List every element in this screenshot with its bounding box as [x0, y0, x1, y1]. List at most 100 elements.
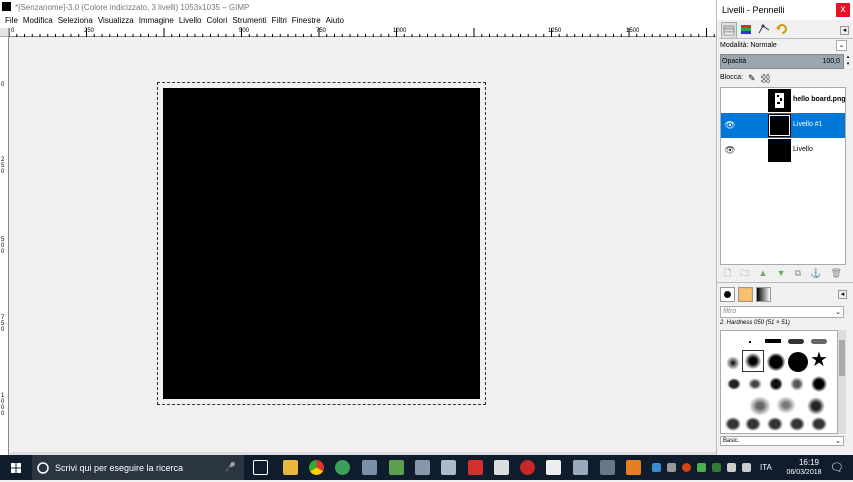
brush-grid[interactable]: ★: [720, 330, 838, 434]
app-icon[interactable]: [520, 460, 535, 475]
star-brush-icon[interactable]: ★: [810, 350, 828, 370]
menu-aiuto[interactable]: Aiuto: [326, 14, 344, 28]
clock-date[interactable]: 06/03/2018: [780, 469, 828, 476]
brush-item[interactable]: [769, 377, 783, 391]
brush-item[interactable]: [745, 417, 761, 431]
app-icon[interactable]: [468, 460, 483, 475]
app-icon[interactable]: [335, 460, 350, 475]
brush-scrollbar[interactable]: [838, 330, 846, 434]
duplicate-layer-icon[interactable]: ⧉: [795, 267, 801, 279]
brush-item[interactable]: [767, 417, 783, 431]
brush-item[interactable]: [811, 339, 827, 344]
brush-item[interactable]: [748, 378, 762, 390]
brush-item[interactable]: [767, 353, 785, 371]
brush-item[interactable]: [790, 377, 804, 391]
language-indicator[interactable]: ITA: [760, 463, 772, 472]
app-icon[interactable]: [626, 460, 641, 475]
task-view-icon[interactable]: [253, 460, 268, 475]
tab-layers[interactable]: [721, 22, 737, 38]
start-button[interactable]: [0, 455, 32, 480]
notifications-icon[interactable]: 🗨: [830, 461, 844, 474]
brush-dock-menu-button[interactable]: ◂: [838, 290, 847, 299]
gimp-taskbar-icon[interactable]: [362, 460, 377, 475]
lock-alpha-icon[interactable]: [761, 74, 770, 83]
brush-item[interactable]: [749, 396, 771, 416]
scroll-thumb[interactable]: [839, 340, 845, 376]
file-explorer-icon[interactable]: [283, 460, 298, 475]
chrome-icon[interactable]: [309, 460, 324, 475]
image-canvas[interactable]: [163, 88, 480, 399]
brush-item[interactable]: [789, 417, 805, 431]
brush-item[interactable]: [765, 339, 781, 343]
horizontal-ruler[interactable]: 0 250 500 750 1000 1250 1500: [9, 28, 716, 37]
new-layer-group-icon[interactable]: 🗀: [740, 267, 749, 279]
brush-item[interactable]: [749, 341, 751, 343]
tray-icon[interactable]: [712, 463, 721, 472]
new-layer-icon[interactable]: 🗋: [724, 267, 731, 279]
anchor-layer-icon[interactable]: ⚓: [810, 267, 821, 279]
app-icon[interactable]: [573, 460, 588, 475]
brush-preset-select[interactable]: Basic. ⌄: [720, 436, 844, 446]
taskbar-search[interactable]: Scrivi qui per eseguire la ricerca 🎤: [32, 455, 244, 480]
tab-gradients[interactable]: [756, 287, 771, 302]
brush-item[interactable]: [726, 356, 740, 370]
brush-item[interactable]: [788, 352, 808, 372]
brush-item[interactable]: [811, 417, 827, 431]
app-icon[interactable]: [415, 460, 430, 475]
menu-livello[interactable]: Livello: [179, 14, 202, 28]
volume-icon[interactable]: [742, 463, 751, 472]
brush-item[interactable]: [727, 378, 741, 390]
tray-icon[interactable]: [667, 463, 676, 472]
raise-layer-icon[interactable]: ▲: [759, 267, 768, 279]
close-button[interactable]: x: [836, 3, 850, 17]
tab-channels[interactable]: [739, 22, 755, 38]
layer-row[interactable]: 👁 Livello #1: [721, 113, 845, 138]
delete-layer-icon[interactable]: 🗑: [831, 267, 842, 279]
app-icon[interactable]: [546, 460, 561, 475]
menu-finestre[interactable]: Finestre: [292, 14, 321, 28]
dock-separator[interactable]: [717, 282, 853, 283]
network-icon[interactable]: [727, 463, 736, 472]
menu-strumenti[interactable]: Strumenti: [232, 14, 266, 28]
brush-item[interactable]: [725, 417, 741, 431]
vertical-ruler[interactable]: 0 250 500 750 1000: [0, 37, 9, 455]
lock-pixels-icon[interactable]: ✎: [748, 73, 756, 84]
app-icon[interactable]: [494, 460, 509, 475]
tray-icon[interactable]: [652, 463, 661, 472]
opacity-slider[interactable]: Opacità 100,0: [720, 54, 844, 69]
ruler-corner[interactable]: [0, 28, 9, 37]
chevron-down-icon[interactable]: ⌄: [835, 308, 841, 316]
menu-colori[interactable]: Colori: [207, 14, 228, 28]
menu-visualizza[interactable]: Visualizza: [98, 14, 134, 28]
layer-row[interactable]: 👁 Livello: [721, 138, 845, 163]
menu-immagine[interactable]: Immagine: [139, 14, 174, 28]
chevron-down-icon[interactable]: ⌄: [835, 437, 841, 445]
visibility-eye-icon[interactable]: 👁: [724, 145, 736, 155]
tab-paths[interactable]: [757, 22, 773, 38]
menu-file[interactable]: File: [5, 14, 18, 28]
opacity-spinner[interactable]: ▴ ▾: [845, 54, 851, 69]
app-icon[interactable]: [441, 460, 456, 475]
visibility-eye-icon[interactable]: 👁: [724, 120, 736, 130]
lower-layer-icon[interactable]: ▼: [777, 267, 786, 279]
brush-item[interactable]: [776, 396, 796, 414]
app-icon[interactable]: [389, 460, 404, 475]
menu-modifica[interactable]: Modifica: [23, 14, 53, 28]
tray-icon[interactable]: [682, 463, 691, 472]
microphone-icon[interactable]: 🎤: [225, 462, 236, 473]
tab-patterns[interactable]: [738, 287, 753, 302]
layer-row[interactable]: hello board.png: [721, 88, 846, 113]
brush-item[interactable]: [807, 397, 825, 415]
menu-filtri[interactable]: Filtri: [272, 14, 287, 28]
mode-dropdown[interactable]: ⌄: [836, 40, 847, 51]
brush-item-selected[interactable]: [742, 350, 764, 372]
tab-brushes[interactable]: [720, 287, 735, 302]
menu-seleziona[interactable]: Seleziona: [58, 14, 93, 28]
dock-menu-button[interactable]: ◂: [840, 26, 849, 35]
brush-item[interactable]: [788, 339, 804, 344]
brush-item[interactable]: [811, 376, 827, 392]
tab-undo-history[interactable]: [775, 22, 791, 38]
app-icon[interactable]: [600, 460, 615, 475]
brush-filter-input[interactable]: filtro ⌄: [720, 306, 844, 318]
clock-time[interactable]: 16:19: [789, 458, 829, 467]
